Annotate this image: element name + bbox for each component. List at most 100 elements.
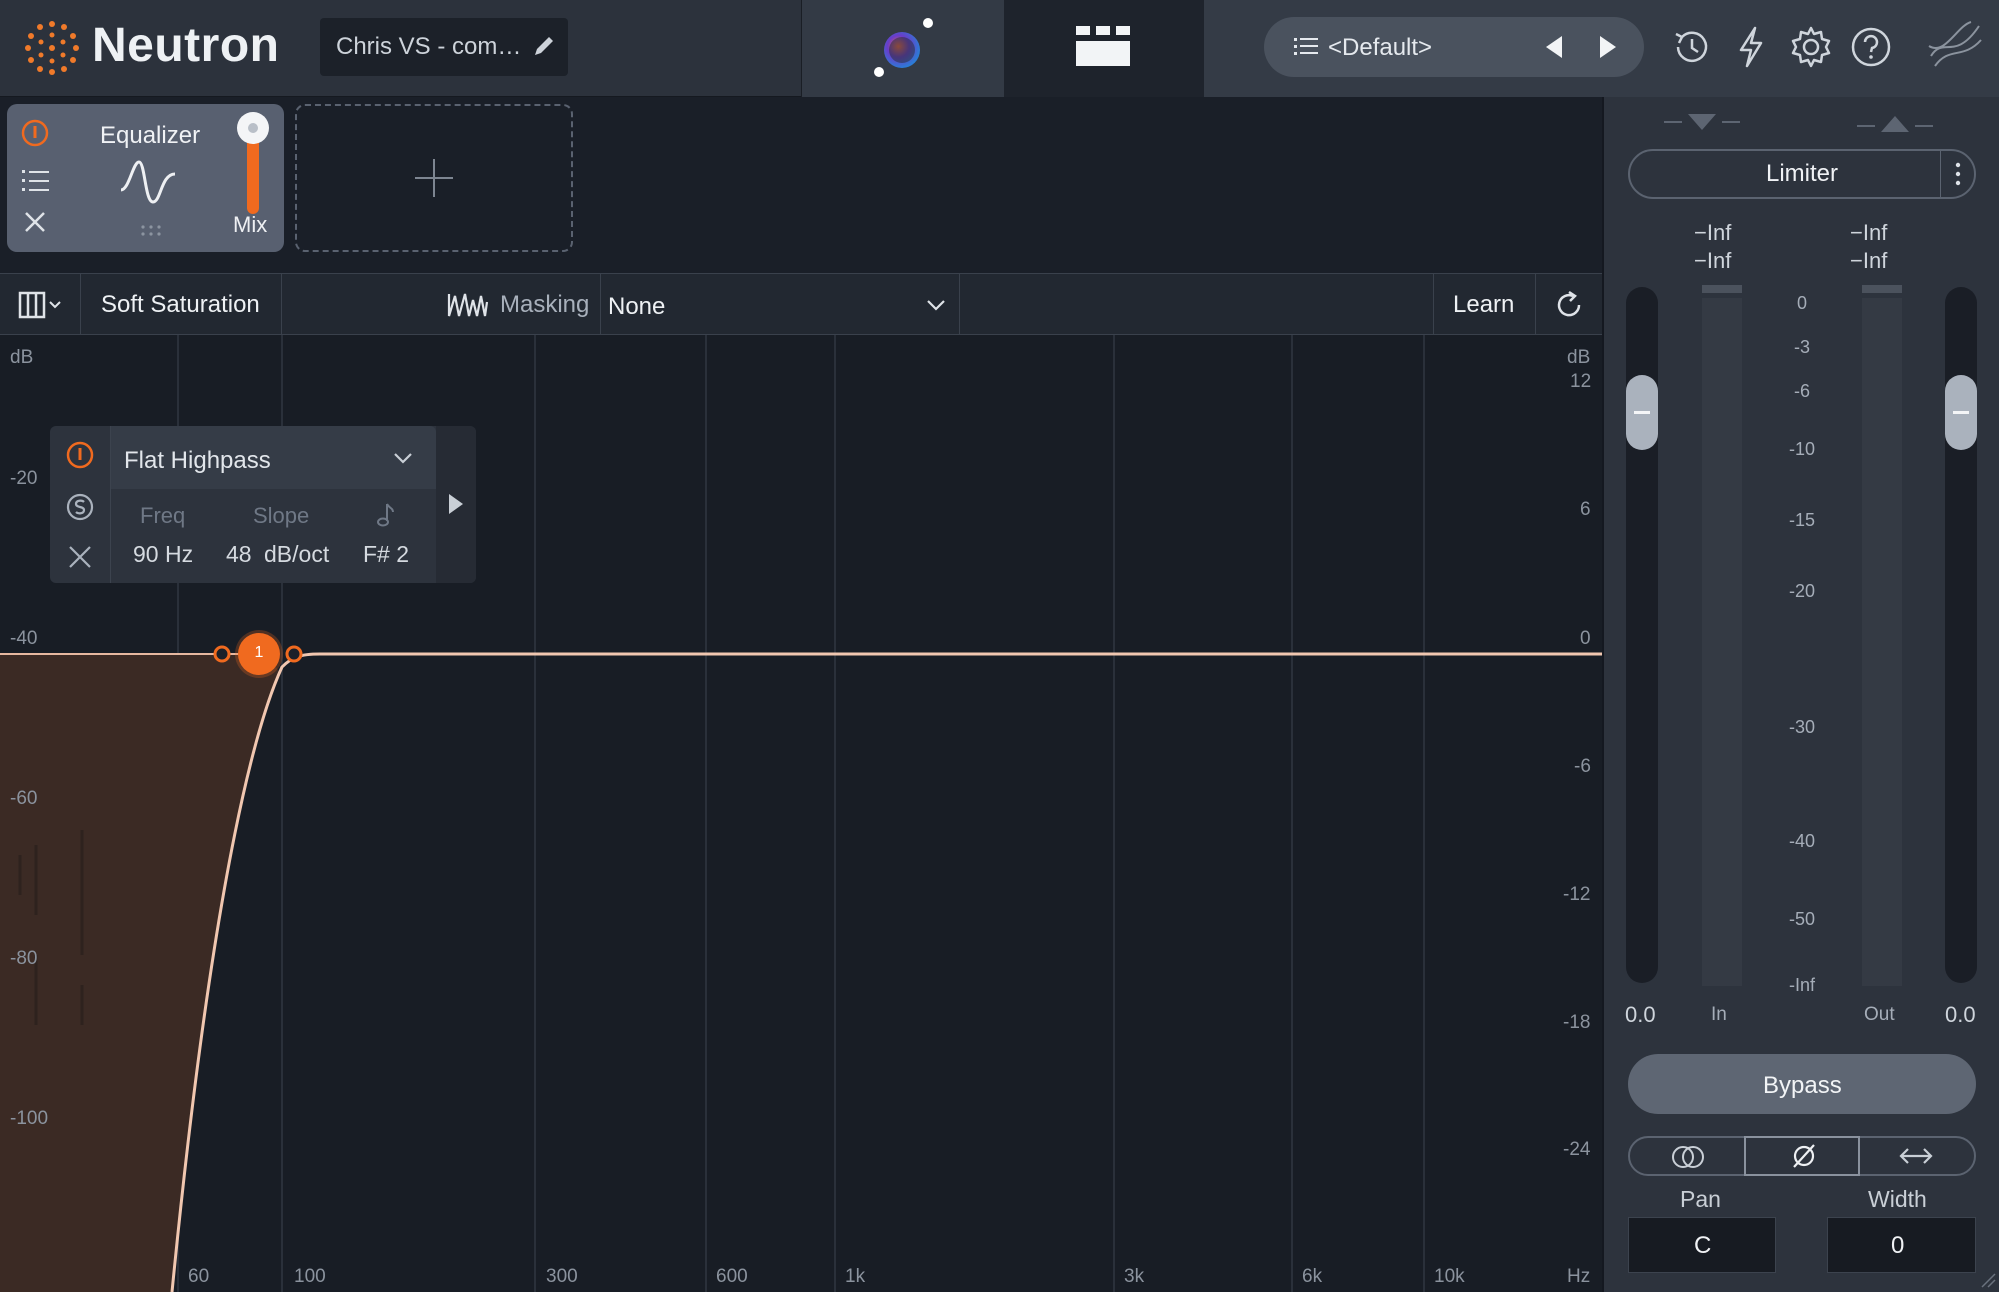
equalizer-module[interactable]: Equalizer Mix	[7, 104, 284, 252]
right-axis-unit: dB	[1567, 347, 1591, 368]
freq-axis-tick: 60	[188, 1266, 210, 1287]
right-axis-tick: -24	[1563, 1139, 1591, 1160]
channel-mode-group	[1628, 1136, 1976, 1176]
output-gain-value[interactable]: 0.0	[1945, 1002, 1976, 1028]
left-axis-tick: -40	[10, 628, 38, 649]
music-note-icon	[377, 503, 394, 527]
close-icon[interactable]	[23, 210, 47, 234]
visual-mixer-tab[interactable]	[801, 0, 1004, 97]
play-arrow-icon	[449, 494, 463, 514]
output-clip-indicator	[1862, 285, 1902, 293]
output-peak-value: −Inf	[1850, 220, 1888, 245]
chevron-down-icon	[927, 300, 945, 311]
mix-slider-knob[interactable]	[237, 112, 269, 144]
left-axis-unit: dB	[10, 347, 34, 368]
masking-icon	[447, 293, 489, 317]
freq-axis-tick: 10k	[1434, 1266, 1465, 1287]
meter-scale-label: -50	[1788, 909, 1815, 929]
filter-type-dropdown[interactable]: Flat Highpass	[111, 426, 436, 489]
meter-scale-label: -Inf	[1788, 975, 1815, 995]
limiter-label: Limiter	[1766, 160, 1839, 187]
output-meter	[1862, 298, 1902, 986]
masking-dropdown-value: None	[608, 293, 666, 320]
visual-mixer-icon	[874, 18, 933, 77]
module-title: Equalizer	[100, 122, 201, 149]
view-mode-icon[interactable]	[18, 291, 64, 319]
soft-saturation-toggle[interactable]: Soft Saturation	[101, 291, 260, 319]
mix-slider-track[interactable]	[247, 134, 259, 214]
help-icon[interactable]	[1848, 24, 1894, 70]
phase-invert-icon	[1793, 1144, 1815, 1168]
input-clip-indicator	[1702, 285, 1742, 293]
lightning-icon[interactable]	[1728, 24, 1774, 70]
freq-axis-tick: 3k	[1124, 1266, 1145, 1287]
preset-selector[interactable]: <Default>	[1264, 17, 1644, 77]
add-module-slot[interactable]	[295, 104, 573, 252]
meter-scale-label: -15	[1788, 510, 1815, 530]
output-meter-label: Out	[1864, 1004, 1895, 1025]
eq-toolbar: Soft Saturation Masking None Learn	[0, 273, 1602, 336]
input-collapse-icon[interactable]	[1662, 110, 1742, 134]
freq-axis-tick: 600	[716, 1266, 748, 1287]
preset-name-field[interactable]: Chris VS - com…	[320, 18, 568, 76]
pan-value: C	[1694, 1232, 1712, 1259]
band-power-icon[interactable]	[65, 440, 95, 470]
slope-label: Slope	[253, 503, 310, 528]
more-options-icon[interactable]	[1952, 161, 1964, 187]
stereo-link-icon[interactable]	[1670, 1144, 1706, 1170]
masking-label: Masking	[500, 291, 590, 318]
right-axis-tick: -18	[1563, 1012, 1591, 1033]
preset-selector-label: <Default>	[1328, 34, 1433, 61]
freq-value[interactable]: 90 Hz	[133, 541, 193, 568]
mix-label: Mix	[233, 212, 268, 237]
preset-name: Chris VS - com…	[336, 33, 522, 60]
output-gain-fader-knob[interactable]	[1945, 375, 1977, 450]
list-icon[interactable]	[22, 168, 50, 192]
remove-band-icon[interactable]	[67, 544, 93, 570]
next-preset-icon[interactable]	[1594, 33, 1622, 61]
pencil-icon[interactable]	[532, 34, 556, 58]
band-panel-expand[interactable]	[436, 426, 476, 583]
band-settings-panel: Flat Highpass Freq Slope 90 Hz 48 dB/oct…	[50, 426, 476, 583]
izotope-logo-icon[interactable]	[1925, 16, 1985, 78]
meter-scale-label: -40	[1788, 831, 1815, 851]
eq-band-node[interactable]: 1	[238, 633, 280, 675]
learn-button[interactable]: Learn	[1453, 291, 1514, 319]
right-axis-tick: 0	[1580, 628, 1591, 649]
note-value: F# 2	[363, 541, 410, 567]
pan-label: Pan	[1680, 1186, 1721, 1212]
power-icon[interactable]	[20, 118, 50, 148]
input-meter-label: In	[1711, 1004, 1727, 1025]
input-peak-value: −Inf	[1694, 220, 1732, 245]
mixer-tab[interactable]	[1004, 0, 1204, 97]
history-icon[interactable]	[1668, 24, 1714, 70]
freq-axis-tick: 1k	[845, 1266, 866, 1287]
gear-icon[interactable]	[1788, 24, 1834, 70]
solo-icon[interactable]	[65, 492, 95, 522]
right-axis-tick: 12	[1570, 371, 1592, 392]
drag-handle-icon[interactable]	[139, 224, 163, 238]
previous-preset-icon[interactable]	[1540, 33, 1568, 61]
phase-invert-button[interactable]	[1744, 1136, 1860, 1176]
right-axis-tick: -6	[1574, 756, 1591, 777]
left-axis-tick: -100	[10, 1108, 49, 1129]
resize-grip-icon[interactable]	[1980, 1272, 1996, 1288]
swap-channels-icon[interactable]	[1898, 1146, 1934, 1166]
input-gain-value[interactable]: 0.0	[1625, 1002, 1656, 1028]
input-rms-value: −Inf	[1694, 248, 1732, 273]
freq-axis-tick: 6k	[1302, 1266, 1323, 1287]
masking-dropdown[interactable]: None	[601, 274, 959, 336]
right-axis-tick: -12	[1563, 884, 1591, 905]
input-gain-fader-knob[interactable]	[1626, 375, 1658, 450]
slope-value[interactable]: 48	[226, 541, 252, 568]
meter-scale-label: -3	[1793, 337, 1810, 357]
right-axis-tick: 6	[1580, 499, 1591, 520]
meter-scale-label: -10	[1788, 439, 1815, 459]
freq-axis-tick: 300	[546, 1266, 578, 1287]
plus-icon	[415, 159, 453, 197]
slope-unit: dB/oct	[264, 541, 330, 567]
freq-label: Freq	[140, 503, 186, 528]
refresh-icon[interactable]	[1553, 289, 1585, 321]
output-expand-icon[interactable]	[1855, 110, 1935, 134]
meter-scale-label: -6	[1793, 381, 1810, 401]
